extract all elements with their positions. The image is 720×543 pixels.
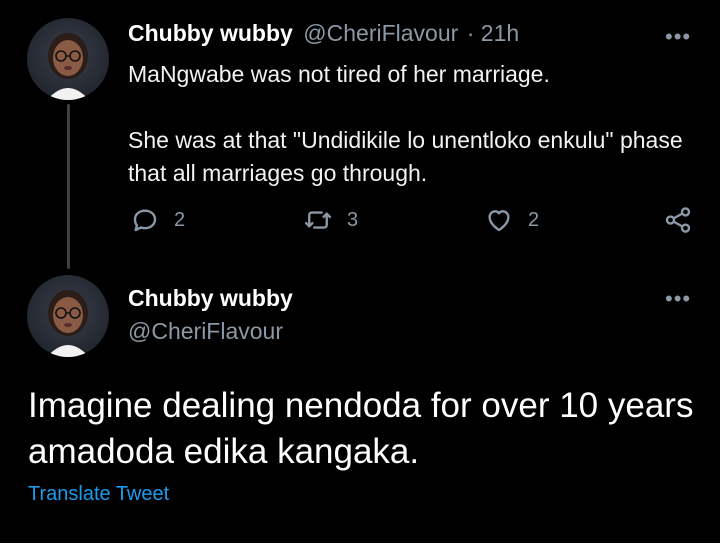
heart-icon — [488, 210, 510, 232]
user-handle[interactable]: @CheriFlavour — [303, 20, 458, 46]
like-count: 2 — [528, 208, 540, 231]
display-name[interactable]: Chubby wubby — [128, 20, 293, 46]
reply-icon — [133, 209, 157, 232]
reply-count: 2 — [174, 208, 186, 231]
share-button[interactable] — [663, 205, 693, 235]
tweet1-header: Chubby wubby @CheriFlavour · 21h — [128, 20, 519, 47]
share-icon — [665, 207, 691, 233]
tweet1-paragraph: MaNgwabe was not tired of her marriage. — [128, 61, 550, 87]
tweet1-actions: 2 3 2 — [128, 205, 693, 241]
retweet-icon — [304, 211, 332, 229]
thread-connector-line — [67, 104, 70, 269]
tweet2-text: Imagine dealing nendoda for over 10 year… — [28, 386, 694, 471]
tweet1-paragraph: She was at that "Undidikile lo unentloko… — [128, 127, 683, 186]
more-options-icon[interactable]: ••• — [665, 286, 691, 312]
avatar[interactable] — [27, 275, 109, 357]
reply-button[interactable]: 2 — [130, 205, 185, 235]
translate-tweet-link[interactable]: Translate Tweet — [28, 483, 169, 506]
display-name[interactable]: Chubby wubby — [128, 285, 293, 312]
retweet-button[interactable]: 3 — [303, 205, 358, 235]
tweet1-text: MaNgwabe was not tired of her marriage. … — [128, 58, 688, 190]
timestamp[interactable]: · 21h — [467, 20, 519, 46]
like-button[interactable]: 2 — [484, 205, 539, 235]
retweet-count: 3 — [347, 208, 359, 231]
more-options-icon[interactable]: ••• — [665, 24, 691, 50]
user-handle[interactable]: @CheriFlavour — [128, 318, 283, 345]
avatar[interactable] — [27, 18, 109, 100]
